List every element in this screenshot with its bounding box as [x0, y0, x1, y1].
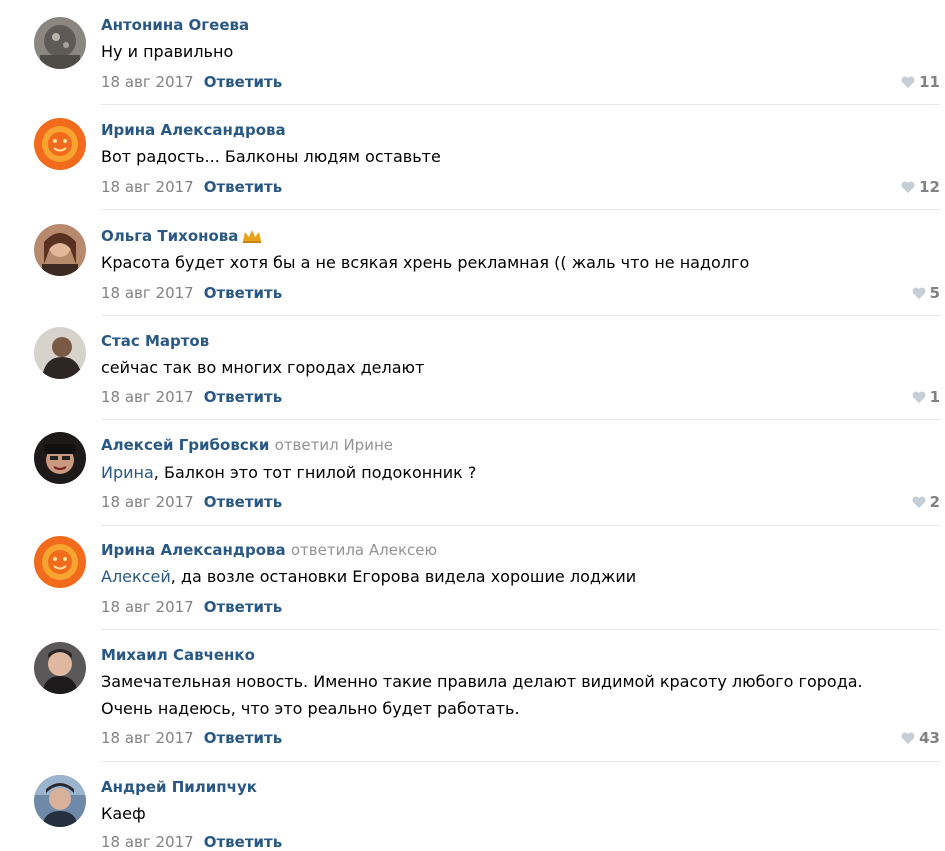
divider [101, 104, 940, 105]
like-count: 43 [919, 729, 940, 747]
avatar[interactable] [34, 17, 86, 69]
like-count: 5 [929, 284, 940, 302]
comment-date[interactable]: 18 авг 2017 [101, 729, 194, 747]
comment-body: , Балкон это тот гнилой подоконник ? [153, 463, 477, 482]
like-count: 11 [919, 73, 940, 91]
heart-icon [912, 389, 926, 407]
mention-link[interactable]: Алексей [101, 567, 171, 586]
reply-link[interactable]: Ответить [204, 833, 283, 851]
reply-link[interactable]: Ответить [204, 178, 283, 196]
avatar[interactable] [34, 536, 86, 588]
heart-icon [901, 730, 915, 748]
comment-line: Очень надеюсь, что это реально будет раб… [101, 699, 520, 718]
like-button[interactable]: 12 [901, 178, 940, 197]
divider [101, 209, 940, 210]
like-count: 12 [919, 178, 940, 196]
reply-link[interactable]: Ответить [204, 73, 283, 91]
comment-text: сейчас так во многих городах делают [101, 358, 425, 377]
reply-link[interactable]: Ответить [204, 493, 283, 511]
comment-date[interactable]: 18 авг 2017 [101, 73, 194, 91]
comment-text: Алексей, да возле остановки Егорова виде… [101, 563, 936, 590]
like-count: 2 [929, 493, 940, 511]
avatar[interactable] [34, 118, 86, 170]
like-button[interactable]: 2 [912, 493, 940, 512]
like-count: 1 [929, 388, 940, 406]
author-name[interactable]: Алексей Грибовски [101, 436, 269, 454]
divider [101, 525, 940, 526]
comment-date[interactable]: 18 авг 2017 [101, 388, 194, 406]
author-name[interactable]: Антонина Огеева [101, 16, 249, 34]
heart-icon [901, 179, 915, 197]
like-button[interactable]: 5 [912, 284, 940, 303]
comment-body: , да возле остановки Егорова видела хоро… [170, 567, 637, 586]
comment-date[interactable]: 18 авг 2017 [101, 493, 194, 511]
author-name[interactable]: Андрей Пилипчук [101, 778, 257, 796]
crown-icon [242, 229, 262, 247]
comment-line: Замечательная новость. Именно такие прав… [101, 672, 863, 691]
like-button[interactable]: 43 [901, 729, 940, 748]
divider [101, 629, 940, 630]
reply-note[interactable]: ответил Ирине [275, 436, 393, 454]
author-name[interactable]: Ирина Александрова [101, 121, 286, 139]
heart-icon [912, 285, 926, 303]
sun-face-avatar [34, 118, 86, 170]
like-button[interactable]: 1 [912, 388, 940, 407]
sun-face-avatar [34, 536, 86, 588]
reply-note[interactable]: ответила Алексею [291, 541, 437, 559]
reply-link[interactable]: Ответить [204, 729, 283, 747]
comment-text: Замечательная новость. Именно такие прав… [101, 668, 936, 722]
comment-date[interactable]: 18 авг 2017 [101, 284, 194, 302]
avatar[interactable] [34, 224, 86, 276]
avatar[interactable] [34, 432, 86, 484]
author-name[interactable]: Ирина Александрова [101, 541, 286, 559]
divider [101, 761, 940, 762]
author-name[interactable]: Ольга Тихонова [101, 227, 238, 245]
comment-date[interactable]: 18 авг 2017 [101, 598, 194, 616]
divider [101, 419, 940, 420]
comment-text: Ирина, Балкон это тот гнилой подоконник … [101, 459, 936, 486]
comment-text: Красота будет хотя бы а не всякая хрень … [101, 253, 750, 272]
avatar[interactable] [34, 775, 86, 827]
author-name[interactable]: Стас Мартов [101, 332, 209, 350]
comment-text: Ну и правильно [101, 42, 234, 61]
like-button[interactable]: 11 [901, 73, 940, 92]
avatar[interactable] [34, 327, 86, 379]
comment-date[interactable]: 18 авг 2017 [101, 833, 194, 851]
avatar[interactable] [34, 642, 86, 694]
heart-icon [912, 494, 926, 512]
comment-text: Вот радость... Балконы людям оставьте [101, 147, 441, 166]
reply-link[interactable]: Ответить [204, 284, 283, 302]
reply-link[interactable]: Ответить [204, 388, 283, 406]
divider [101, 315, 940, 316]
comment-text: Каеф [101, 804, 146, 823]
heart-icon [901, 74, 915, 92]
reply-link[interactable]: Ответить [204, 598, 283, 616]
comment-date[interactable]: 18 авг 2017 [101, 178, 194, 196]
author-name[interactable]: Михаил Савченко [101, 646, 255, 664]
mention-link[interactable]: Ирина [101, 463, 154, 482]
